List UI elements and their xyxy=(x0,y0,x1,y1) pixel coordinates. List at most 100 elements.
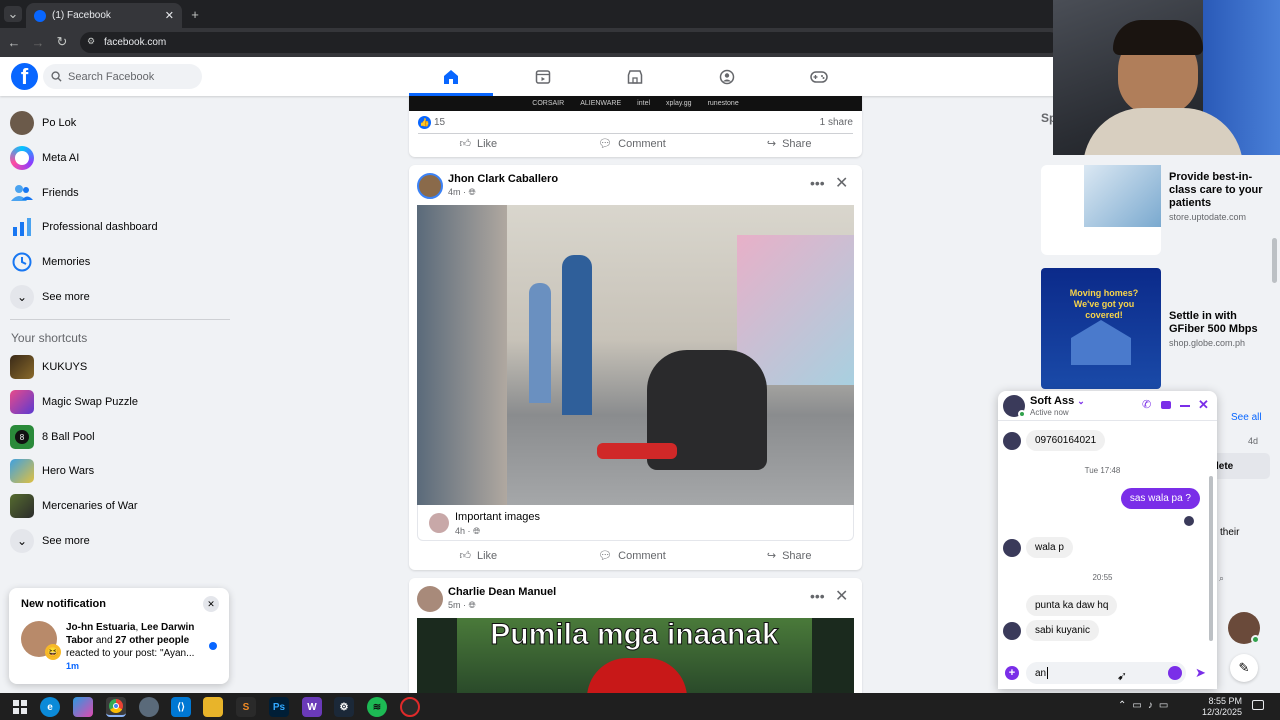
sidebar-see-more[interactable]: ⌄ See more xyxy=(10,282,230,312)
author-avatar[interactable] xyxy=(417,173,443,199)
edge-icon[interactable]: e xyxy=(40,697,60,717)
ad-image-text: Moving homes? We've got you covered! xyxy=(1069,288,1139,320)
send-icon[interactable]: ➤ xyxy=(1195,665,1206,681)
shortcut-hero-wars[interactable]: Hero Wars xyxy=(10,456,230,486)
file-explorer-icon[interactable] xyxy=(203,697,223,717)
ad-title[interactable]: Settle in with GFiber 500 Mbps xyxy=(1169,310,1264,336)
comment-button[interactable]: 💬︎ Comment xyxy=(598,137,666,151)
comment-icon: 💬︎ xyxy=(598,550,613,562)
shortcuts-see-more[interactable]: ⌄ See more xyxy=(10,526,230,556)
shortcut-label: 8 Ball Pool xyxy=(42,431,95,443)
copilot-icon[interactable] xyxy=(73,697,93,717)
sidebar-item-profile[interactable]: Po Lok xyxy=(10,108,230,138)
sidebar-item-meta-ai[interactable]: Meta AI xyxy=(10,143,230,173)
scrollbar-thumb[interactable] xyxy=(1272,238,1277,283)
new-message-icon[interactable]: ✎ xyxy=(1230,654,1258,682)
hide-post-icon[interactable]: ✕ xyxy=(835,173,848,193)
chrome-icon[interactable] xyxy=(106,697,126,717)
steam-icon[interactable]: ⚙ xyxy=(334,697,354,717)
forward-icon[interactable]: → xyxy=(30,34,46,50)
ad-image[interactable] xyxy=(1041,165,1161,255)
post-image[interactable] xyxy=(417,205,854,505)
chat-header[interactable]: Soft Ass ⌄ Active now ✆ ✕ xyxy=(998,391,1217,421)
chat-avatar xyxy=(1003,395,1026,418)
photoshop-icon[interactable]: Ps xyxy=(269,697,289,717)
minimize-icon[interactable] xyxy=(1180,405,1190,407)
new-tab-icon[interactable]: + xyxy=(188,6,202,22)
emoji-icon[interactable] xyxy=(1168,666,1182,680)
see-all-link[interactable]: See all xyxy=(1231,412,1262,423)
chevron-down-icon: ⌄ xyxy=(1077,396,1085,406)
message-in: 09760164021 xyxy=(1026,430,1106,451)
sidebar-item-memories[interactable]: Memories xyxy=(10,247,230,277)
message-input[interactable]: an xyxy=(1026,662,1186,684)
shortcut-magic-swap[interactable]: Magic Swap Puzzle xyxy=(10,387,230,417)
chat-head-avatar[interactable] xyxy=(1228,612,1260,644)
like-button[interactable]: 👍︎ Like xyxy=(460,549,498,563)
more-options-icon[interactable]: ••• xyxy=(810,588,825,604)
contacts-search-icon[interactable]: ⌕ xyxy=(1219,573,1224,584)
like-button[interactable]: 👍︎ Like xyxy=(460,137,498,151)
ad-image[interactable]: Moving homes? We've got you covered! xyxy=(1041,268,1161,389)
reload-icon[interactable]: ↻ xyxy=(54,34,70,50)
tab-list-icon[interactable]: ⌄ xyxy=(4,6,22,22)
delete-button[interactable]: lete xyxy=(1210,453,1270,479)
close-tab-icon[interactable]: ✕ xyxy=(165,9,174,22)
author-avatar[interactable] xyxy=(417,586,443,612)
source-name[interactable]: Important images xyxy=(455,511,540,523)
shared-source[interactable]: Important images 4h · 🌐︎ xyxy=(417,505,854,541)
comment-button[interactable]: 💬︎ Comment xyxy=(598,549,666,563)
nav-gaming[interactable] xyxy=(799,66,839,88)
chat-name[interactable]: Soft Ass ⌄ xyxy=(1030,395,1085,407)
app-icon[interactable]: W xyxy=(302,697,322,717)
vscode-icon[interactable]: ⟨⟩ xyxy=(171,697,191,717)
ad-title[interactable]: Provide best-in-class care to your patie… xyxy=(1169,171,1269,210)
sidebar-item-dashboard[interactable]: Professional dashboard xyxy=(10,212,230,242)
hide-post-icon[interactable]: ✕ xyxy=(835,586,848,606)
shortcut-8-ball-pool[interactable]: 8 8 Ball Pool xyxy=(10,422,230,452)
nav-video[interactable] xyxy=(523,66,563,88)
url-text: facebook.com xyxy=(104,37,167,48)
shortcut-kukuys[interactable]: KUKUYS xyxy=(10,352,230,382)
url-field[interactable]: ⚙ facebook.com xyxy=(80,32,1060,53)
reaction-count[interactable]: 15 xyxy=(434,117,445,128)
share-count[interactable]: 1 share xyxy=(820,117,853,128)
close-notification-icon[interactable]: ✕ xyxy=(203,596,219,612)
add-attachment-icon[interactable]: + xyxy=(1005,666,1019,680)
browser-tab[interactable]: (1) Facebook ✕ xyxy=(26,3,182,28)
nav-home[interactable] xyxy=(431,66,471,88)
call-icon[interactable]: ✆ xyxy=(1142,398,1151,411)
post-author[interactable]: Charlie Dean Manuel xyxy=(448,586,556,598)
more-options-icon[interactable]: ••• xyxy=(810,175,825,191)
nav-groups[interactable] xyxy=(707,66,747,88)
sidebar-item-friends[interactable]: Friends xyxy=(10,178,230,208)
facebook-logo[interactable]: f xyxy=(11,63,38,90)
tab-title: (1) Facebook xyxy=(52,10,111,21)
windows-start-icon[interactable] xyxy=(10,697,30,717)
clock[interactable]: 8:55 PM 12/3/2025 xyxy=(1198,696,1242,718)
post-image[interactable]: Pumila mga inaanak xyxy=(417,618,854,693)
share-button[interactable]: ↪ Share xyxy=(767,137,812,151)
message-out: sas wala pa ? xyxy=(1120,488,1200,509)
image-caption: Pumila mga inaanak xyxy=(490,618,779,652)
shortcut-mercenaries[interactable]: Mercenaries of War xyxy=(10,491,230,521)
video-call-icon[interactable] xyxy=(1161,401,1171,409)
notifications-icon[interactable] xyxy=(1252,700,1264,710)
nav-marketplace[interactable] xyxy=(615,66,655,88)
sublime-icon[interactable]: S xyxy=(236,697,256,717)
marketplace-icon xyxy=(627,70,643,84)
share-button[interactable]: ↪ Share xyxy=(767,549,812,563)
system-tray-icons[interactable]: ⌃▭♪▭ xyxy=(1118,700,1174,711)
chat-scrollbar[interactable] xyxy=(1209,476,1213,641)
post-author[interactable]: Jhon Clark Caballero xyxy=(448,173,558,185)
app-icon[interactable] xyxy=(139,697,159,717)
sender-avatar xyxy=(1003,432,1021,450)
notification-toast[interactable]: New notification ✕ 😆 Jo-hn Estuaria, Lee… xyxy=(9,588,229,684)
close-chat-icon[interactable]: ✕ xyxy=(1198,397,1209,413)
post-actions: 👍︎ Like 💬︎ Comment ↪ Share xyxy=(409,549,862,563)
spotify-icon[interactable]: ≋ xyxy=(367,697,387,717)
app-icon[interactable] xyxy=(400,697,420,717)
site-info-icon[interactable]: ⚙ xyxy=(87,36,95,47)
search-input[interactable]: Search Facebook xyxy=(43,64,202,89)
back-icon[interactable]: ← xyxy=(6,34,22,50)
